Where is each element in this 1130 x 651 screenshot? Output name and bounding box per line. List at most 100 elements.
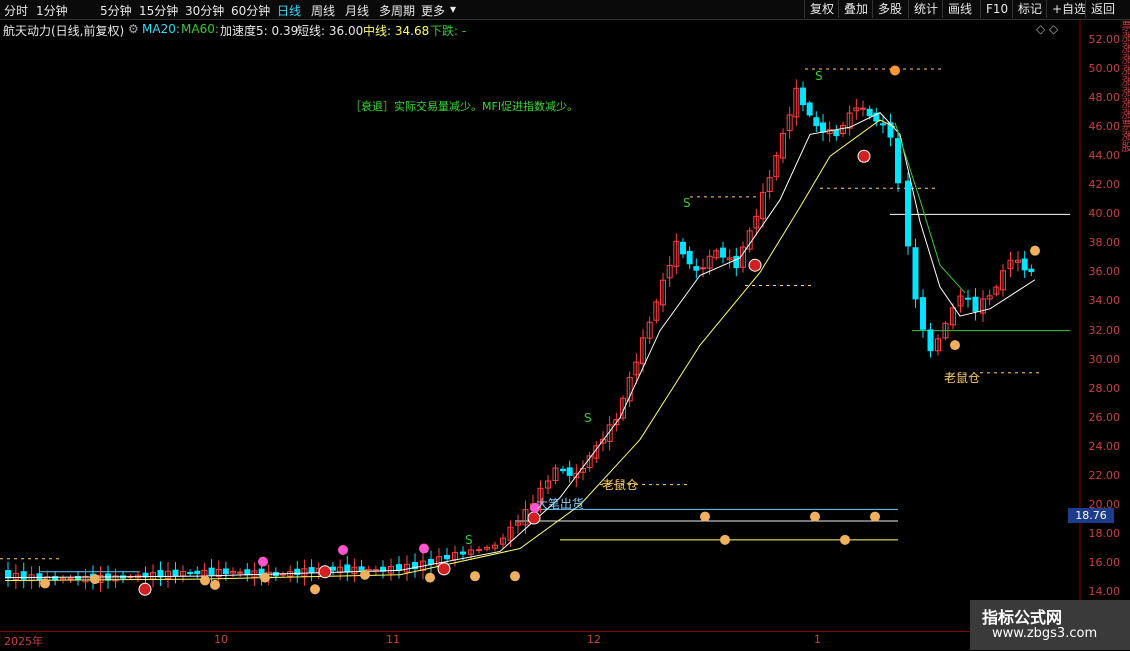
price-tick: 14.00 xyxy=(1088,584,1121,598)
price-tick: 24.00 xyxy=(1088,439,1121,453)
candle-body xyxy=(208,567,215,576)
price-tick: 44.00 xyxy=(1088,149,1121,163)
candle-body xyxy=(733,255,740,269)
price-tick: 46.00 xyxy=(1088,120,1121,134)
candle-body xyxy=(927,329,934,352)
mouse-position-label: 老鼠仓 xyxy=(602,478,639,492)
hand-pointer-icon xyxy=(470,571,480,582)
candle-body xyxy=(806,102,813,116)
price-tick: 42.00 xyxy=(1088,178,1121,192)
candle-body xyxy=(680,241,686,255)
price-tick: 36.00 xyxy=(1088,265,1121,279)
candle-body xyxy=(194,570,201,575)
candle-body xyxy=(476,549,482,552)
candle-body xyxy=(560,468,566,472)
buy-signal-icon xyxy=(857,149,871,163)
hand-pointer-icon xyxy=(210,579,220,590)
buy-signal-icon xyxy=(138,582,152,596)
watermark-url: www.zbgs3.com xyxy=(992,626,1098,641)
hand-pointer-icon xyxy=(310,584,320,595)
s-signal: S xyxy=(584,411,592,425)
date-tick: 11 xyxy=(386,633,400,646)
candle-body xyxy=(444,555,450,560)
current-price-label: 18.76 xyxy=(1068,508,1114,523)
hand-pointer-icon xyxy=(200,575,210,586)
hand-pointer-icon xyxy=(260,572,270,583)
price-tick: 38.00 xyxy=(1088,236,1121,250)
flower-signal-icon xyxy=(258,556,268,567)
ma-mid-line xyxy=(4,119,896,582)
price-tick: 16.00 xyxy=(1088,555,1121,569)
hand-pointer-icon xyxy=(870,511,880,522)
hand-pointer-icon xyxy=(90,574,100,585)
price-tick: 26.00 xyxy=(1088,410,1121,424)
candle-body xyxy=(833,129,840,137)
watermark-title: 指标公式网 xyxy=(982,608,1063,627)
buy-signal-icon xyxy=(437,562,451,576)
candle-body xyxy=(965,297,971,300)
flower-signal-icon xyxy=(419,543,429,554)
date-tick: 2025年 xyxy=(4,635,43,648)
price-tick: 50.00 xyxy=(1088,62,1121,76)
big-sell-label: 大笔出货 xyxy=(536,497,585,511)
support-resistance-lines xyxy=(0,68,1070,573)
candle-body xyxy=(813,117,820,127)
hand-pointer-icon xyxy=(40,578,50,589)
s-signal: S xyxy=(815,69,823,83)
candle-body xyxy=(428,558,434,565)
candle-body xyxy=(1021,258,1028,271)
date-axis xyxy=(0,631,1080,651)
candle-body xyxy=(912,247,919,300)
price-tick: 34.00 xyxy=(1088,294,1121,308)
s-signal: S xyxy=(465,533,473,547)
price-tick: 40.00 xyxy=(1088,207,1121,221)
candle-body xyxy=(720,247,726,258)
hand-pointer-icon xyxy=(700,511,710,522)
hand-pointer-icon xyxy=(840,534,850,545)
candle-body xyxy=(344,564,351,573)
candle-body xyxy=(187,571,194,574)
price-tick: 18.00 xyxy=(1088,526,1121,540)
s-signal: S xyxy=(683,196,691,210)
hand-pointer-icon xyxy=(510,571,520,582)
candle-body xyxy=(700,267,706,270)
candle-body xyxy=(1028,268,1035,273)
candle-body xyxy=(880,123,886,126)
candle-body xyxy=(693,266,700,271)
candle-body xyxy=(895,138,901,184)
candle-body xyxy=(972,296,979,312)
decline-note: ［衰退］实际交易量减少。MFI促进指数减少。 xyxy=(350,100,579,113)
candle-body xyxy=(308,567,315,574)
candle-body xyxy=(920,297,926,330)
candle-body xyxy=(566,467,573,476)
candle-body xyxy=(244,569,251,576)
hand-pointer-icon xyxy=(810,511,820,522)
moving-averages xyxy=(4,112,1036,582)
price-tick: 32.00 xyxy=(1088,323,1121,337)
candle-body xyxy=(172,569,179,576)
date-tick: 1 xyxy=(814,633,821,646)
date-tick: 10 xyxy=(214,633,228,646)
candle-body xyxy=(905,180,911,247)
candle-body xyxy=(860,107,866,110)
candle-body xyxy=(460,551,466,555)
hand-pointer-icon xyxy=(950,340,960,351)
price-tick: 28.00 xyxy=(1088,381,1121,395)
candle-body xyxy=(20,571,27,580)
flower-signal-icon xyxy=(338,545,348,556)
price-axis: 52.00 50.00 48.00 46.00 44.00 42.00 40.00 38.00… xyxy=(1080,20,1121,632)
hand-pointer-icon xyxy=(720,534,730,545)
hand-pointer-icon xyxy=(425,572,435,583)
candle-body xyxy=(36,573,43,581)
buy-signal-icon xyxy=(527,511,541,525)
ma-short-line xyxy=(4,112,1036,579)
candle-body xyxy=(800,87,806,106)
price-tick: 52.00 xyxy=(1088,33,1121,46)
candle-body xyxy=(686,250,693,265)
candle-body xyxy=(866,108,873,117)
buy-signal-icon xyxy=(318,565,332,579)
candle-body xyxy=(5,570,11,579)
hand-pointer-icon xyxy=(360,569,370,580)
price-tick: 30.00 xyxy=(1088,352,1121,366)
candle-body xyxy=(222,568,229,575)
